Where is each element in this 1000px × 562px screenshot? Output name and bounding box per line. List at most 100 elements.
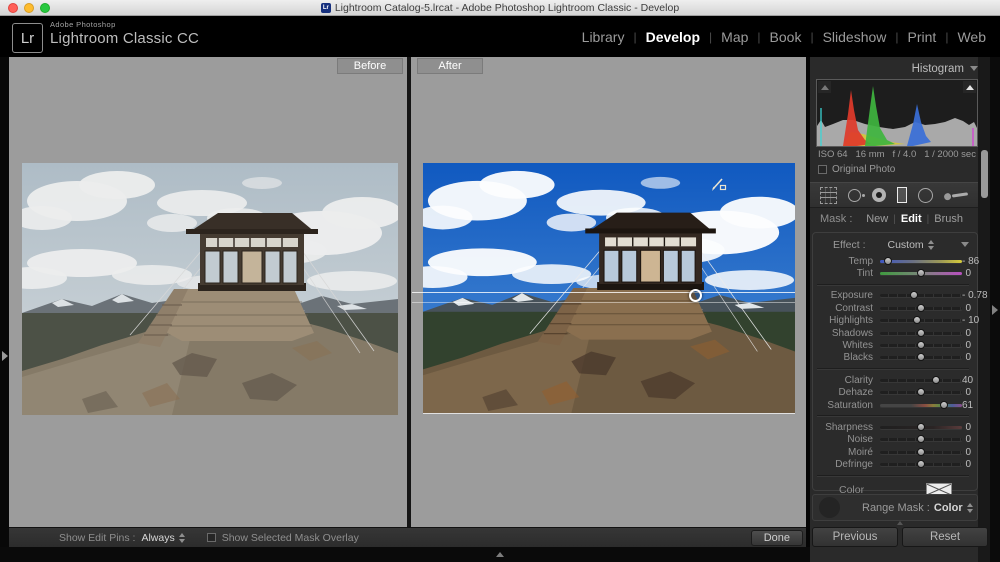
slider-thumb[interactable]	[917, 269, 925, 277]
effect-preset-dropdown[interactable]: Custom	[888, 239, 924, 251]
slider-track[interactable]	[880, 463, 962, 466]
show-edit-pins-dropdown-icon[interactable]	[179, 533, 185, 543]
reset-button[interactable]: Reset	[902, 527, 988, 547]
slider-track[interactable]	[880, 379, 962, 382]
panel-scrollbar-track[interactable]	[978, 57, 990, 562]
slider-row-saturation: Saturation61	[815, 399, 971, 411]
slider-label: Exposure	[815, 290, 880, 301]
develop-toolbar: Show Edit Pins : Always Show Selected Ma…	[9, 527, 806, 547]
exif-item: f / 4.0	[893, 149, 917, 160]
slider-thumb[interactable]	[917, 329, 925, 337]
show-edit-pins-value[interactable]: Always	[141, 532, 174, 544]
range-mask-value-dropdown[interactable]: Color	[934, 502, 963, 514]
slider-thumb[interactable]	[932, 376, 940, 384]
slider-thumb[interactable]	[917, 388, 925, 396]
slider-track[interactable]	[880, 332, 962, 335]
lr-logo-badge: Lr	[12, 23, 43, 53]
slider-value: - 10	[962, 315, 979, 326]
highlight-clipping-indicator[interactable]	[963, 81, 976, 93]
original-photo-row: Original Photo	[818, 164, 895, 175]
mask-option-new[interactable]: New	[861, 213, 893, 225]
previous-button[interactable]: Previous	[812, 527, 898, 547]
crop-tool-icon[interactable]	[820, 184, 837, 206]
mask-option-brush[interactable]: Brush	[929, 213, 968, 225]
range-mask-dropdown-icon[interactable]	[967, 503, 973, 513]
right-panel-rail	[990, 57, 1000, 562]
slider-thumb[interactable]	[917, 460, 925, 468]
show-left-panel-arrow-icon[interactable]	[2, 351, 8, 361]
hide-right-panel-arrow-icon[interactable]	[992, 305, 998, 315]
slider-thumb[interactable]	[917, 304, 925, 312]
nav-web[interactable]: Web	[948, 29, 995, 45]
slider-thumb[interactable]	[917, 341, 925, 349]
nav-book[interactable]: Book	[761, 29, 811, 45]
slider-thumb[interactable]	[910, 291, 918, 299]
slider-track[interactable]	[880, 344, 962, 347]
exif-item: ISO 64	[818, 149, 848, 160]
mask-label: Mask :	[820, 213, 852, 225]
slider-thumb[interactable]	[917, 423, 925, 431]
radial-filter-tool-icon[interactable]	[918, 184, 933, 206]
histogram-header[interactable]: Histogram	[816, 60, 978, 77]
slider-track[interactable]	[880, 294, 962, 297]
slider-track[interactable]	[880, 307, 962, 310]
slider-row-highlights: Highlights- 10	[815, 315, 971, 327]
slider-thumb[interactable]	[884, 257, 892, 265]
slider-label: Defringe	[815, 459, 880, 470]
done-button[interactable]: Done	[751, 530, 803, 546]
panel-scrollbar-thumb[interactable]	[981, 150, 988, 198]
slider-track[interactable]	[880, 260, 962, 263]
effect-panel-collapse-icon[interactable]	[961, 242, 969, 247]
brand-line-lightroom: Lightroom Classic CC	[50, 31, 199, 46]
shadow-clipping-indicator[interactable]	[818, 81, 831, 93]
edit-pin[interactable]	[689, 289, 702, 302]
graduated-filter-tool-icon[interactable]	[897, 184, 907, 206]
slider-thumb[interactable]	[917, 353, 925, 361]
original-photo-checkbox[interactable]	[818, 165, 827, 174]
spot-removal-tool-icon[interactable]	[848, 184, 861, 206]
nav-develop[interactable]: Develop	[637, 29, 709, 45]
slider-track[interactable]	[880, 272, 962, 275]
mask-option-edit[interactable]: Edit	[896, 213, 927, 225]
histogram-svg	[817, 80, 977, 146]
nav-library[interactable]: Library	[573, 29, 634, 45]
slider-value: 0	[962, 459, 971, 470]
slider-track[interactable]	[880, 404, 962, 407]
slider-thumb[interactable]	[917, 448, 925, 456]
histogram-collapse-icon[interactable]	[970, 66, 978, 71]
range-mask-well	[819, 497, 840, 518]
slider-track[interactable]	[880, 426, 962, 429]
slider-label: Tint	[815, 268, 880, 279]
slider-row-clarity: Clarity40	[815, 374, 971, 386]
slider-thumb[interactable]	[913, 316, 921, 324]
slider-track[interactable]	[880, 438, 962, 441]
original-photo-label: Original Photo	[832, 164, 895, 175]
nav-map[interactable]: Map	[712, 29, 757, 45]
slider-thumb[interactable]	[940, 401, 948, 409]
panel-notch-icon	[897, 521, 903, 525]
slider-track[interactable]	[880, 391, 962, 394]
nav-slideshow[interactable]: Slideshow	[814, 29, 896, 45]
slider-thumb[interactable]	[917, 435, 925, 443]
show-filmstrip-arrow-icon[interactable]	[496, 552, 504, 557]
mask-overlay-checkbox[interactable]	[207, 533, 216, 542]
effect-preset-dropdown-icon[interactable]	[928, 240, 934, 250]
after-label-chip: After	[417, 58, 483, 74]
histogram-graph[interactable]	[816, 79, 978, 147]
slider-track[interactable]	[880, 356, 962, 359]
adjustment-brush-tool-icon[interactable]	[944, 184, 968, 206]
effect-header: Effect : Custom	[815, 237, 971, 252]
slider-track[interactable]	[880, 451, 962, 454]
brush-cursor-icon	[710, 176, 728, 194]
after-photo[interactable]	[423, 163, 795, 414]
slider-value: 0	[962, 422, 971, 433]
section-divider	[817, 475, 969, 477]
nav-print[interactable]: Print	[899, 29, 946, 45]
red-eye-tool-icon[interactable]	[872, 184, 886, 206]
slider-value: 0	[962, 328, 971, 339]
slider-track[interactable]	[880, 319, 962, 322]
module-header: Lr Adobe Photoshop Lightroom Classic CC …	[0, 16, 1000, 57]
slider-label: Saturation	[815, 400, 880, 411]
slider-label: Contrast	[815, 303, 880, 314]
slider-label: Dehaze	[815, 387, 880, 398]
